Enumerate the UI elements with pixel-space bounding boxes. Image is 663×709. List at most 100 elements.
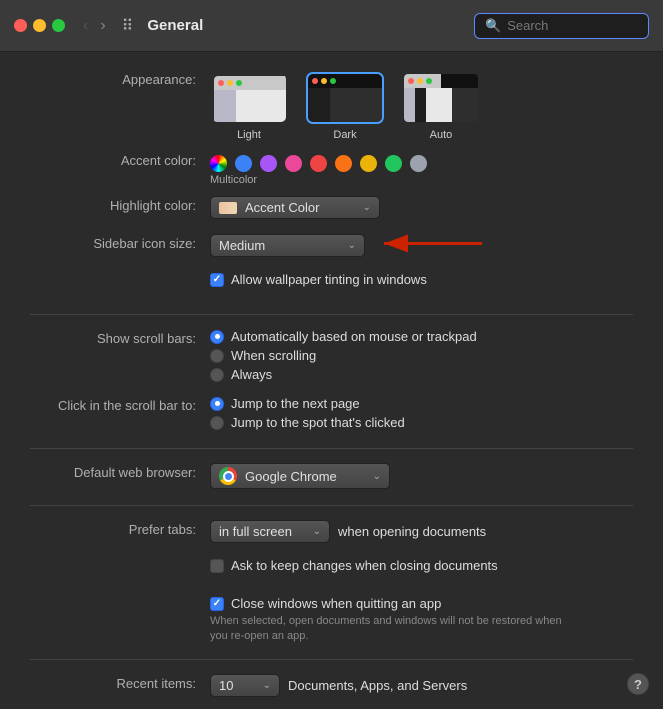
scroll-bars-auto-radio[interactable]: Automatically based on mouse or trackpad [210,329,633,344]
accent-red[interactable] [310,155,327,172]
appearance-option-dark[interactable]: Dark [306,72,384,141]
show-scroll-bars-row: Show scroll bars: Automatically based on… [30,329,633,386]
accent-yellow[interactable] [360,155,377,172]
accent-color-content: Multicolor [210,151,633,186]
titlebar: ‹ › ⠿ General 🔍 [0,0,663,52]
prefer-tabs-row: Prefer tabs: in full screen ⌄ when openi… [30,520,633,548]
scroll-bars-always-label: Always [231,367,272,382]
close-windows-row: ✓ Close windows when quitting an app Whe… [30,596,633,645]
divider-1 [30,314,633,315]
nav-arrows: ‹ › [79,15,110,37]
ask-keep-changes-checkbox[interactable]: Ask to keep changes when closing documen… [210,558,633,573]
radio-icon [210,368,224,382]
close-button[interactable] [14,19,27,32]
dark-thumb[interactable] [306,72,384,124]
default-browser-row: Default web browser: Google Chrome ⌄ [30,463,633,491]
prefer-tabs-value: in full screen [219,524,292,539]
radio-dot [215,401,220,406]
dark-label: Dark [333,129,356,141]
highlight-color-content: Accent Color ⌄ [210,196,633,219]
prefer-tabs-dropdown[interactable]: in full screen ⌄ [210,520,330,543]
recent-items-content: 10 ⌄ Documents, Apps, and Servers [210,674,633,697]
accent-blue[interactable] [235,155,252,172]
sidebar-icon-size-row: Sidebar icon size: Medium ⌄ [30,234,633,262]
ask-keep-changes-spacer [30,558,210,560]
checkmark-icon: ✓ [213,598,221,609]
recent-items-value: 10 [219,678,233,693]
help-button[interactable]: ? [627,673,649,695]
appearance-content: Light [210,70,633,141]
ask-keep-changes-box [210,559,224,573]
accent-multicolor[interactable] [210,155,227,172]
click-scroll-spot-label: Jump to the spot that's clicked [231,415,405,430]
auto-label: Auto [430,129,453,141]
chevron-down-icon: ⌄ [373,471,381,482]
grid-icon[interactable]: ⠿ [122,16,134,36]
multicolor-label: Multicolor [210,174,633,186]
click-scroll-next-radio[interactable]: Jump to the next page [210,396,633,411]
scroll-bars-scrolling-radio[interactable]: When scrolling [210,348,633,363]
close-windows-content: ✓ Close windows when quitting an app Whe… [210,596,633,645]
ask-keep-changes-content: Ask to keep changes when closing documen… [210,558,633,573]
recent-items-suffix: Documents, Apps, and Servers [288,678,467,693]
highlight-color-dropdown[interactable]: Accent Color ⌄ [210,196,380,219]
show-scroll-bars-label: Show scroll bars: [30,329,210,346]
wallpaper-tinting-spacer [30,272,210,274]
accent-green[interactable] [385,155,402,172]
close-windows-checkbox[interactable]: ✓ Close windows when quitting an app [210,596,633,611]
traffic-lights [14,19,65,32]
click-scroll-bar-label: Click in the scroll bar to: [30,396,210,413]
appearance-options: Light [210,72,633,141]
highlight-color-preview [219,202,237,214]
accent-graphite[interactable] [410,155,427,172]
radio-icon [210,349,224,363]
divider-3 [30,505,633,506]
highlight-color-row: Highlight color: Accent Color ⌄ [30,196,633,224]
minimize-button[interactable] [33,19,46,32]
sidebar-icon-size-dropdown[interactable]: Medium ⌄ [210,234,365,257]
search-box[interactable]: 🔍 [474,13,649,39]
default-browser-dropdown[interactable]: Google Chrome ⌄ [210,463,390,489]
recent-items-inline: 10 ⌄ Documents, Apps, and Servers [210,674,633,697]
titlebar-title: General [147,17,464,34]
recent-items-label: Recent items: [30,674,210,691]
ask-keep-changes-label: Ask to keep changes when closing documen… [231,558,498,573]
wallpaper-tinting-row: ✓ Allow wallpaper tinting in windows [30,272,633,300]
wallpaper-tinting-checkbox[interactable]: ✓ Allow wallpaper tinting in windows [210,272,633,287]
maximize-button[interactable] [52,19,65,32]
click-scroll-bar-row: Click in the scroll bar to: Jump to the … [30,396,633,434]
radio-icon [210,330,224,344]
back-button[interactable]: ‹ [79,15,92,37]
prefer-tabs-suffix: when opening documents [338,524,486,539]
scroll-bars-scrolling-label: When scrolling [231,348,316,363]
search-input[interactable] [507,18,637,33]
forward-button[interactable]: › [96,15,109,37]
default-browser-value: Google Chrome [245,469,337,484]
click-scroll-spot-radio[interactable]: Jump to the spot that's clicked [210,415,633,430]
recent-items-dropdown[interactable]: 10 ⌄ [210,674,280,697]
wallpaper-tinting-content: ✓ Allow wallpaper tinting in windows [210,272,633,287]
appearance-label: Appearance: [30,70,210,87]
accent-pink[interactable] [285,155,302,172]
chrome-icon [219,467,237,485]
wallpaper-tinting-label: Allow wallpaper tinting in windows [231,272,427,287]
light-thumb[interactable] [210,72,288,124]
prefer-tabs-content: in full screen ⌄ when opening documents [210,520,633,543]
chevron-down-icon: ⌄ [348,240,356,251]
accent-orange[interactable] [335,155,352,172]
auto-thumb[interactable] [402,72,480,124]
appearance-option-auto[interactable]: Auto [402,72,480,141]
highlight-color-value: Accent Color [245,200,319,215]
highlight-color-label: Highlight color: [30,196,210,213]
recent-items-row: Recent items: 10 ⌄ Documents, Apps, and … [30,674,633,702]
close-windows-note: When selected, open documents and window… [210,614,570,645]
accent-color-row: Accent color: Multicolor [30,151,633,186]
wallpaper-tinting-box: ✓ [210,273,224,287]
sidebar-icon-size-content: Medium ⌄ [210,234,633,257]
ask-keep-changes-row: Ask to keep changes when closing documen… [30,558,633,586]
click-scroll-bar-content: Jump to the next page Jump to the spot t… [210,396,633,434]
appearance-option-light[interactable]: Light [210,72,288,141]
prefer-tabs-inline: in full screen ⌄ when opening documents [210,520,633,543]
accent-purple[interactable] [260,155,277,172]
scroll-bars-always-radio[interactable]: Always [210,367,633,382]
